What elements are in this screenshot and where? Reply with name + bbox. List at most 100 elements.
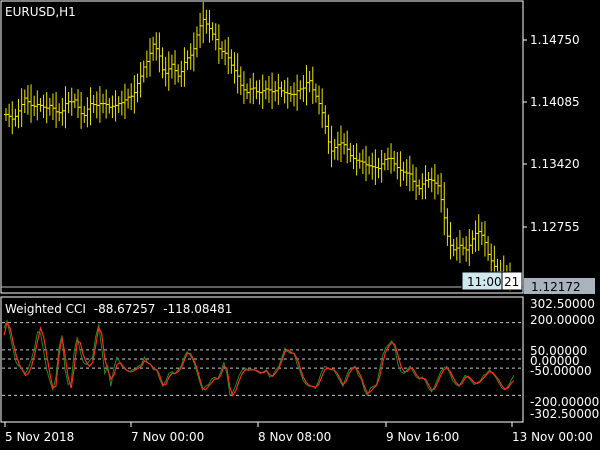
price-bar [220,41,224,59]
price-bar [395,152,400,180]
indicator-panel[interactable]: Weighted CCI -88.67257 -118.08481 302.50… [0,296,599,423]
price-bar [436,174,440,195]
indicator-value-2: -118.08481 [163,302,232,316]
price-bar [260,74,265,109]
price-bar [126,88,131,109]
time-label: 7 Nov 00:00 [131,430,204,444]
price-bar [76,89,80,119]
crosshair-value-text: 21 [504,275,519,289]
price-bar [19,88,24,128]
price-bar [201,2,206,44]
time-axis: 5 Nov 2018 7 Nov 00:00 8 Nov 08:00 9 Nov… [4,422,593,444]
price-tick-label: 1.12755 [530,220,580,234]
price-tick-label: 1.14750 [530,33,580,47]
price-bar [392,150,397,172]
price-bar [489,243,494,272]
price-bar [216,24,221,64]
price-bar [160,47,165,79]
price-bar [417,179,422,195]
price-bar [194,26,199,58]
price-bar [138,62,143,98]
price-bar [457,230,462,264]
indicator-level-axis: 302.50000 200.00000 50.00000 0.00000 -50… [530,297,599,421]
price-bar [63,86,68,129]
price-bar [185,50,190,70]
price-bar [410,164,415,191]
price-bar [245,83,250,99]
price-bar [238,66,243,95]
time-label: 9 Nov 16:00 [386,430,459,444]
price-bar [270,72,275,110]
price-bar [88,87,93,126]
price-bar [364,145,368,182]
price-bar [72,93,77,109]
symbol-title: EURUSD,H1 [5,5,76,19]
price-bar [451,238,456,257]
price-bar [479,221,484,245]
price-bar [454,237,459,261]
price-panel-frame [0,0,524,294]
price-bar [13,108,18,127]
price-bar [163,56,168,87]
current-price-value: 1.12172 [531,280,581,294]
price-bar [25,85,30,115]
price-panel[interactable]: EURUSD,H1 1.14750 1.14085 1.13420 1.1275… [0,0,595,294]
price-bar [351,144,356,170]
price-bar [29,84,34,123]
price-bar [82,106,87,123]
price-bar [116,96,121,113]
price-bar [439,172,444,213]
price-bar [467,229,472,267]
price-bar [473,220,478,252]
price-bar [223,39,228,66]
price-bar [338,125,343,163]
price-bar [442,182,447,236]
price-bar [276,73,281,105]
price-bar [157,32,162,73]
price-bar [107,98,112,114]
price-bar [182,47,187,87]
price-bar [254,80,259,100]
price-bar [313,83,318,103]
price-bar [486,236,491,261]
price-bar [342,133,347,155]
price-bar [317,85,322,115]
price-tick-label: 1.14085 [530,95,580,109]
price-bar [85,97,90,128]
trading-chart[interactable]: EURUSD,H1 1.14750 1.14085 1.13420 1.1275… [0,0,600,450]
indicator-value-1: -88.67257 [94,302,156,316]
price-bar [66,92,71,114]
price-bar [166,51,171,91]
price-bar [298,80,303,100]
price-bar [423,165,428,200]
price-bar [148,38,152,77]
price-bar [470,230,475,254]
price-bar [173,50,178,85]
level-label: 302.50000 [530,297,595,311]
price-bar [279,81,284,98]
price-bar [210,22,215,41]
price-bar [445,208,450,246]
indicator-title: Weighted CCI -88.67257 -118.08481 [5,302,232,316]
price-bar [464,236,469,262]
price-bar [379,149,384,183]
price-bar [151,36,156,61]
price-bar [348,142,353,163]
price-bar [35,90,40,121]
price-bar [432,164,437,200]
price-bar [176,64,181,83]
price-bar [47,97,52,116]
price-bar [263,80,268,100]
price-bar [307,71,312,93]
price-bar [329,125,334,168]
crosshair-time-text: 11:00 [467,275,502,289]
price-bar [401,161,406,181]
price-bar [448,222,453,260]
price-bar [235,53,240,94]
price-bar [179,60,184,87]
price-bar [354,143,359,176]
price-bar [398,151,403,187]
price-bar [141,60,146,83]
price-bar [97,86,102,123]
time-label: 13 Nov 00:00 [512,430,593,444]
